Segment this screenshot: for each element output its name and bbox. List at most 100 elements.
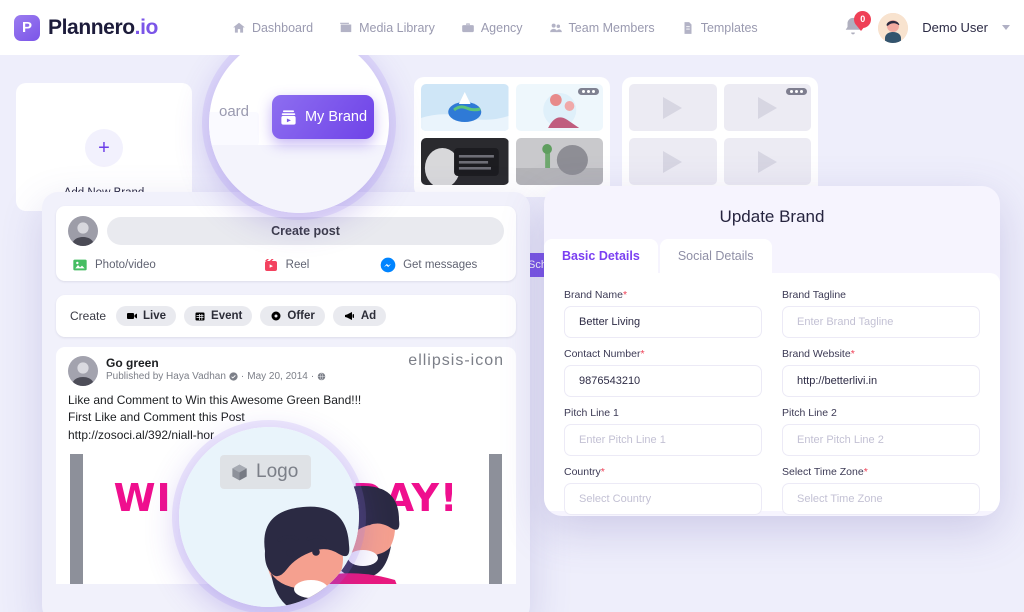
reel-icon	[264, 259, 277, 271]
post-avatar[interactable]	[68, 356, 98, 386]
composer-avatar[interactable]	[68, 216, 98, 246]
required-marker: *	[640, 348, 645, 360]
plannero-logo-icon: P	[14, 14, 40, 41]
composer-action-reel[interactable]: Reel	[215, 257, 358, 273]
user-name[interactable]: Demo User	[922, 20, 988, 35]
nav-item-dashboard[interactable]: Dashboard	[232, 21, 313, 35]
tab-social-details[interactable]: Social Details	[659, 239, 772, 273]
media-thumbnail[interactable]	[421, 138, 509, 185]
nav-links: Dashboard Media Library Agency Team Memb…	[232, 21, 758, 35]
nav-item-team-members[interactable]: Team Members	[549, 21, 655, 35]
avatar[interactable]	[878, 12, 909, 43]
chevron-down-icon[interactable]	[1002, 25, 1010, 30]
calendar-icon	[195, 312, 205, 321]
field-label: Pitch Line 2	[782, 407, 837, 419]
required-marker: *	[622, 289, 628, 301]
post-text-line-1: Like and Comment to Win this Awesome Gre…	[68, 393, 362, 407]
post-separator-2: ·	[310, 371, 315, 382]
play-icon	[757, 150, 777, 173]
post-date: May 20, 2014	[247, 371, 308, 382]
megaphone-icon	[344, 312, 354, 320]
my-brand-button[interactable]: My Brand	[272, 95, 374, 139]
magnified-character-face	[264, 506, 350, 607]
chip-label: Live	[143, 310, 167, 322]
brand-website-input[interactable]: http://betterlivi.in	[782, 365, 980, 397]
video-placeholder[interactable]	[723, 138, 811, 185]
app-title: Plannero.io	[48, 15, 158, 39]
tab-basic-details[interactable]: Basic Details	[544, 239, 658, 273]
chip-event[interactable]: Event	[184, 306, 253, 326]
video-placeholder[interactable]	[723, 84, 811, 131]
nav-label: Agency	[480, 20, 523, 35]
required-marker: *	[600, 466, 605, 478]
composer-action-photo-video[interactable]: Photo/video	[72, 257, 215, 273]
nav-item-media-library[interactable]: Media Library	[339, 21, 435, 35]
contact-number-input[interactable]: 9876543210	[564, 365, 762, 397]
field-label: Brand Tagline	[782, 289, 847, 301]
media-thumbnail[interactable]	[421, 84, 509, 131]
field-country: Country* Select Country	[564, 466, 762, 515]
dialog-title: Update Brand	[719, 207, 825, 226]
nav-label: Media Library	[359, 20, 435, 35]
logo-initial: P	[21, 19, 32, 36]
field-label: Select Time Zone*	[782, 466, 868, 478]
pitch-line-1-input[interactable]: Enter Pitch Line 1	[564, 424, 762, 456]
create-post-input[interactable]: Create post	[107, 217, 504, 245]
nav-label: Templates	[700, 20, 758, 35]
photo-video-icon	[73, 259, 87, 271]
media-card-videos[interactable]	[622, 77, 818, 197]
pitch-line-2-input[interactable]: Enter Pitch Line 2	[782, 424, 980, 456]
chip-ad[interactable]: Ad	[332, 306, 387, 326]
brand-name-input[interactable]: Better Living	[564, 306, 762, 338]
country-select[interactable]: Select Country	[564, 483, 762, 515]
workspace-photo-icon	[515, 138, 603, 185]
app-logo[interactable]: P Plannero.io	[14, 14, 158, 41]
nav-item-agency[interactable]: Agency	[461, 21, 523, 35]
post-published-by: Published by Haya Vadhan	[106, 371, 226, 382]
magnifier-logo: Logo	[179, 427, 359, 607]
live-camera-icon	[127, 313, 138, 319]
media-library-icon	[340, 22, 352, 32]
composer-action-get-messages[interactable]: Get messages	[357, 257, 500, 273]
field-label: Brand Name*	[564, 289, 628, 301]
thumbnail-menu-icon[interactable]	[578, 88, 599, 95]
chip-offer[interactable]: Offer	[260, 306, 325, 326]
thumbnail-menu-icon[interactable]	[786, 88, 807, 95]
chip-live[interactable]: Live	[116, 306, 177, 326]
magnified-background-panel	[209, 145, 389, 213]
field-pitch-line-2: Pitch Line 2 Enter Pitch Line 2	[782, 407, 980, 456]
media-thumbnail[interactable]	[515, 138, 603, 185]
field-label: Pitch Line 1	[564, 407, 619, 419]
play-icon	[757, 96, 777, 119]
brand-tagline-input[interactable]: Enter Brand Tagline	[782, 306, 980, 338]
add-brand-plus-icon[interactable]: +	[85, 129, 123, 167]
media-thumbnail[interactable]	[515, 84, 603, 131]
my-brand-label: My Brand	[304, 109, 368, 125]
dialog-tabs: Basic Details Social Details	[544, 239, 1000, 273]
action-label: Reel	[285, 259, 310, 271]
video-brand-icon	[281, 109, 296, 125]
video-placeholder[interactable]	[629, 84, 717, 131]
top-navbar: P Plannero.io Dashboard Media Library Ag…	[0, 0, 1024, 55]
chip-label: Offer	[287, 310, 315, 322]
action-label: Get messages	[403, 259, 478, 271]
nav-item-templates[interactable]: Templates	[681, 21, 758, 35]
user-avatar-icon	[878, 12, 909, 43]
required-marker: *	[863, 466, 868, 478]
post-author[interactable]: Go green	[106, 356, 326, 370]
field-time-zone: Select Time Zone* Select Time Zone	[782, 466, 980, 515]
post-text-line-2: First Like and Comment this Post	[68, 410, 245, 425]
time-zone-select[interactable]: Select Time Zone	[782, 483, 980, 515]
field-contact-number: Contact Number* 9876543210	[564, 348, 762, 397]
chip-label: Ad	[360, 310, 377, 322]
field-label: Contact Number*	[564, 348, 645, 360]
logo-placeholder[interactable]: Logo	[220, 455, 312, 489]
notifications-button[interactable]: 0	[842, 10, 872, 40]
document-icon	[684, 21, 692, 34]
briefcase-icon	[462, 22, 474, 32]
post-menu-icon[interactable]: ellipsis-icon	[408, 353, 504, 369]
earth-illustration-icon	[421, 84, 509, 131]
video-placeholder[interactable]	[629, 138, 717, 185]
create-label: Create	[70, 309, 107, 323]
media-card-illustrations[interactable]	[414, 77, 610, 197]
